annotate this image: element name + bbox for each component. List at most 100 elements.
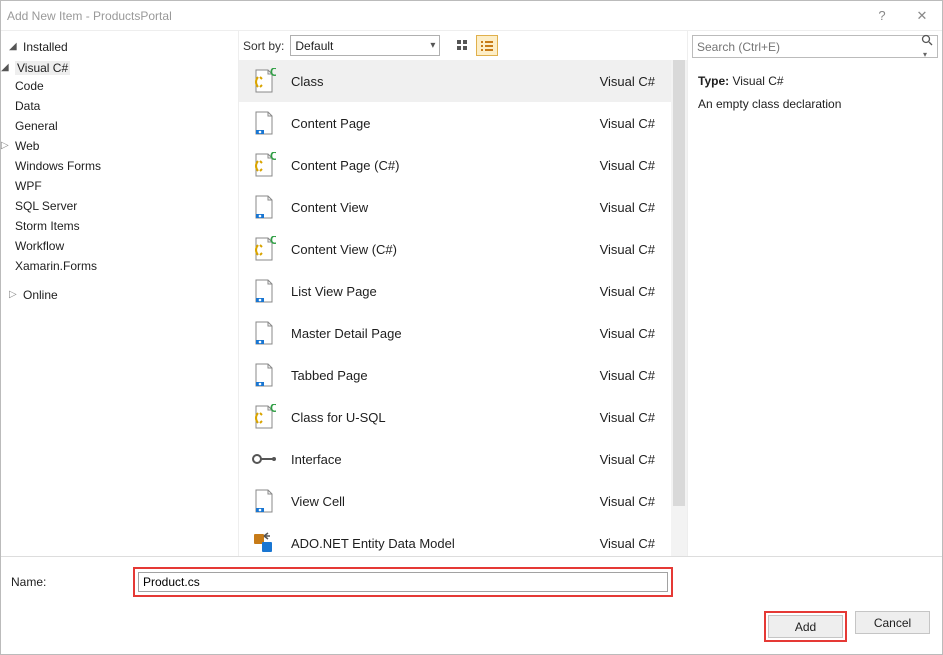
grid-view-button[interactable] [452, 35, 474, 56]
chevron-down-icon: ◢ [9, 41, 19, 52]
item-lang: Visual C# [600, 200, 661, 215]
search-input[interactable] [697, 40, 921, 54]
close-icon[interactable]: ✕ [908, 8, 936, 24]
sidebar-item[interactable]: WPF [1, 178, 238, 194]
chevron-down-icon: ▾ [430, 40, 435, 51]
item-list[interactable]: C#ClassVisual C#Content PageVisual C#C#C… [239, 60, 671, 556]
sidebar-item-label: Storm Items [15, 219, 80, 233]
sidebar-item-label: SQL Server [15, 199, 77, 213]
scrollbar-thumb[interactable] [673, 60, 685, 506]
sidebar-item[interactable]: Data [1, 98, 238, 114]
list-icon [480, 39, 494, 53]
chevron-down-icon: ◢ [1, 62, 11, 73]
sort-select[interactable]: Default ▾ [290, 35, 440, 56]
item-lang: Visual C# [600, 452, 661, 467]
item-lang: Visual C# [600, 326, 661, 341]
item-name: Content View (C#) [291, 242, 600, 257]
page-icon [249, 361, 277, 389]
scrollbar[interactable] [671, 60, 687, 556]
search-field[interactable]: ▾ [692, 35, 938, 58]
sidebar-item[interactable]: Windows Forms [1, 158, 238, 174]
interface-icon [249, 445, 277, 473]
sidebar-item[interactable]: Code [1, 78, 238, 94]
chevron-right-icon: ▷ [9, 289, 19, 300]
svg-text:C#: C# [270, 68, 276, 79]
titlebar-right: ? ✕ [868, 8, 936, 24]
item-row[interactable]: ADO.NET Entity Data ModelVisual C# [239, 522, 671, 556]
view-toggle [452, 35, 498, 56]
name-row: Name: [1, 557, 942, 607]
list-view-button[interactable] [476, 35, 498, 56]
sidebar-item-label: Data [15, 99, 40, 113]
sidebar-item[interactable]: SQL Server [1, 198, 238, 214]
sort-toolbar: Sort by: Default ▾ [239, 31, 687, 60]
page-icon [249, 487, 277, 515]
class-icon: C# [249, 403, 277, 431]
svg-text:C#: C# [270, 404, 276, 415]
search-icon[interactable]: ▾ [921, 34, 933, 60]
item-row[interactable]: C#Content View (C#)Visual C# [239, 228, 671, 270]
sidebar-item[interactable]: Workflow [1, 238, 238, 254]
item-row[interactable]: Tabbed PageVisual C# [239, 354, 671, 396]
window-title: Add New Item - ProductsPortal [7, 9, 868, 23]
class-icon: C# [249, 151, 277, 179]
item-row[interactable]: C# ClassVisual C# [239, 60, 671, 102]
item-row[interactable]: InterfaceVisual C# [239, 438, 671, 480]
sidebar-item[interactable]: General [1, 118, 238, 134]
item-name: Class [291, 74, 600, 89]
item-row[interactable]: Content PageVisual C# [239, 102, 671, 144]
item-row[interactable]: View CellVisual C# [239, 480, 671, 522]
center-panel: Sort by: Default ▾ [239, 31, 687, 556]
cancel-button[interactable]: Cancel [855, 611, 930, 634]
item-name: ADO.NET Entity Data Model [291, 536, 600, 551]
item-row[interactable]: Master Detail PageVisual C# [239, 312, 671, 354]
sidebar-item[interactable]: Storm Items [1, 218, 238, 234]
details-description: An empty class declaration [698, 95, 932, 114]
item-name: View Cell [291, 494, 600, 509]
button-row: Add Cancel [1, 607, 942, 654]
chevron-right-icon: ▷ [1, 140, 11, 151]
item-name: Class for U-SQL [291, 410, 600, 425]
entity-icon [249, 529, 277, 556]
item-row[interactable]: C#Class for U-SQLVisual C# [239, 396, 671, 438]
class-icon: C# [249, 235, 277, 263]
sidebar-online-label: Online [23, 288, 58, 302]
titlebar: Add New Item - ProductsPortal ? ✕ [1, 1, 942, 31]
item-lang: Visual C# [600, 368, 661, 383]
details-body: Type: Visual C# An empty class declarati… [688, 68, 942, 118]
main: ◢ Installed ◢ Visual C# Code Data General ▷… [1, 31, 942, 557]
item-row[interactable]: C#Content Page (C#)Visual C# [239, 144, 671, 186]
item-row[interactable]: Content ViewVisual C# [239, 186, 671, 228]
class-icon: C# [249, 67, 277, 95]
sidebar-item-label: Visual C# [15, 61, 70, 75]
page-icon [249, 109, 277, 137]
item-name: Content View [291, 200, 600, 215]
sidebar-item-label: Web [15, 139, 39, 153]
sort-select-value: Default [295, 39, 430, 53]
item-lang: Visual C# [600, 494, 661, 509]
scrollbar-track [671, 60, 687, 556]
sidebar-item-label: WPF [15, 179, 42, 193]
sidebar-item-label: Windows Forms [15, 159, 101, 173]
item-lang: Visual C# [600, 74, 661, 89]
item-lang: Visual C# [600, 284, 661, 299]
sidebar-item-label: Xamarin.Forms [15, 259, 97, 273]
sidebar-installed[interactable]: ◢ Installed [1, 36, 238, 58]
details-type: Type: Visual C# [698, 72, 932, 91]
help-icon[interactable]: ? [868, 8, 896, 23]
sort-by-label: Sort by: [243, 39, 284, 53]
item-list-wrap: C#ClassVisual C#Content PageVisual C#C#C… [239, 60, 687, 556]
sidebar-item[interactable]: ▷ Web [1, 138, 238, 154]
sidebar-item[interactable]: Xamarin.Forms [1, 258, 238, 274]
add-button[interactable]: Add [768, 615, 843, 638]
sidebar-item-visual-csharp[interactable]: ◢ Visual C# [1, 60, 238, 76]
svg-text:C#: C# [270, 236, 276, 247]
sidebar-online[interactable]: ▷ Online [1, 284, 238, 306]
item-lang: Visual C# [600, 158, 661, 173]
sidebar: ◢ Installed ◢ Visual C# Code Data General ▷… [1, 31, 239, 556]
name-input[interactable] [138, 572, 668, 592]
item-name: Content Page [291, 116, 600, 131]
details-panel: ▾ Type: Visual C# An empty class declara… [687, 31, 942, 556]
item-row[interactable]: List View PageVisual C# [239, 270, 671, 312]
item-lang: Visual C# [600, 536, 661, 551]
